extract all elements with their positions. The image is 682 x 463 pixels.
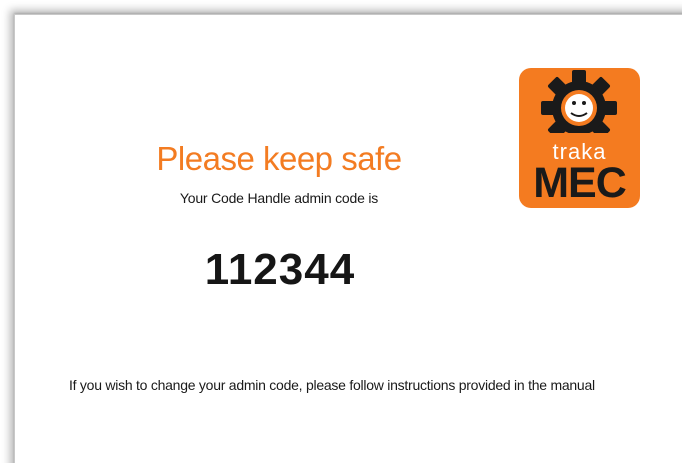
instructions-text: If you wish to change your admin code, p… [69, 377, 595, 393]
page-subtitle: Your Code Handle admin code is [179, 190, 379, 206]
logo-mec-text: MEC [533, 159, 627, 207]
page-title: Please keep safe [156, 140, 402, 177]
gear-icon [529, 70, 629, 144]
traka-mec-logo: traka MEC [519, 68, 640, 208]
admin-code: 112344 [204, 245, 356, 294]
